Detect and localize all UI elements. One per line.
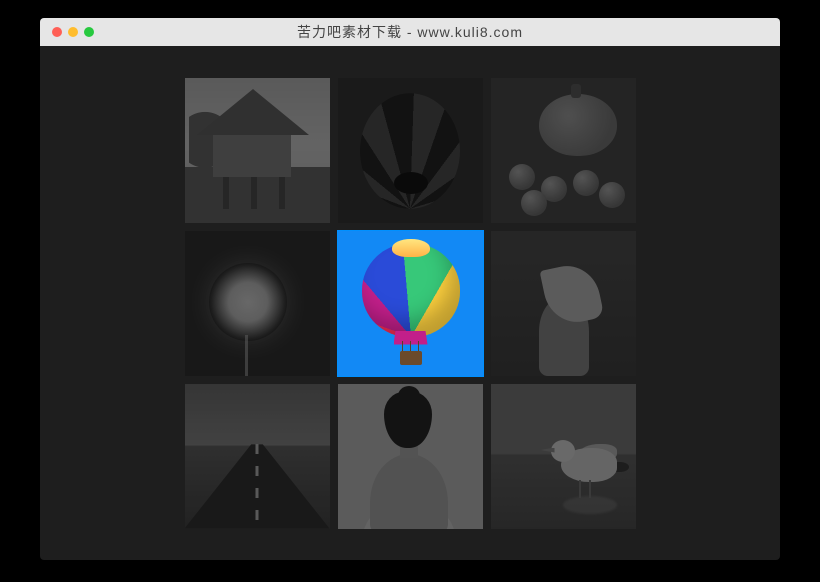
grid-item-rainbow-balloon[interactable]: [338, 231, 483, 376]
close-icon[interactable]: [52, 27, 62, 37]
image-grid: [185, 78, 636, 529]
zoom-icon[interactable]: [84, 27, 94, 37]
stage: 苦力吧素材下载 - www.kuli8.com: [0, 0, 820, 582]
content-area: [40, 46, 780, 560]
grid-item-woman-back[interactable]: [338, 384, 483, 529]
grid-item-seagull-beach[interactable]: [491, 384, 636, 529]
browser-window: 苦力吧素材下载 - www.kuli8.com: [40, 18, 780, 560]
grid-item-hand-leaf[interactable]: [491, 231, 636, 376]
grid-item-road-horizon[interactable]: [185, 384, 330, 529]
minimize-icon[interactable]: [68, 27, 78, 37]
grid-item-thatched-hut[interactable]: [185, 78, 330, 223]
window-controls: [40, 27, 94, 37]
grid-item-dandelion[interactable]: [185, 231, 330, 376]
grid-item-pumpkin-apples[interactable]: [491, 78, 636, 223]
grid-item-balloon-underside[interactable]: [338, 78, 483, 223]
window-title: 苦力吧素材下载 - www.kuli8.com: [40, 22, 780, 42]
titlebar: 苦力吧素材下载 - www.kuli8.com: [40, 18, 780, 46]
